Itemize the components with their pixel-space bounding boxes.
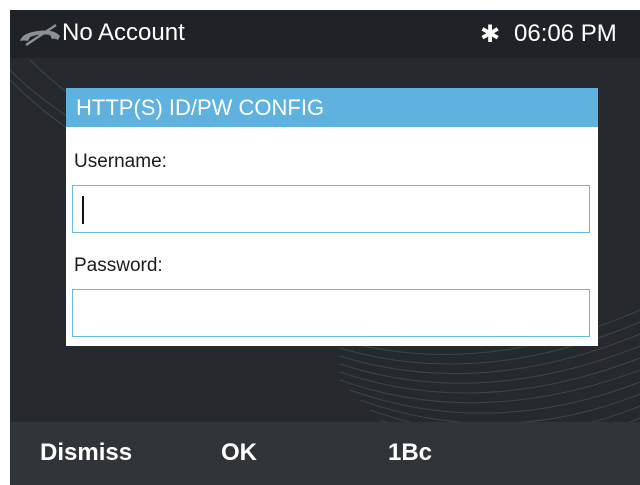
http-credentials-dialog: HTTP(S) ID/PW CONFIG Username: Password: [66, 88, 598, 346]
ok-softkey[interactable]: OK [221, 438, 257, 468]
clock-time: 06:06 PM [514, 20, 617, 47]
handset-icon [20, 23, 60, 47]
password-label: Password: [74, 255, 163, 276]
account-status-text: No Account [62, 19, 185, 46]
dismiss-softkey[interactable]: Dismiss [40, 438, 132, 468]
bluetooth-icon: ✱ [480, 20, 501, 48]
softkey-bar: Dismiss OK 1Bc [10, 422, 640, 485]
username-input[interactable] [72, 185, 590, 233]
password-input[interactable] [72, 289, 590, 337]
dialog-title: HTTP(S) ID/PW CONFIG [66, 88, 598, 127]
username-label: Username: [74, 151, 167, 172]
phone-screen: No Account ✱ 06:06 PM HTTP(S) ID/PW CONF… [10, 10, 640, 485]
input-mode-softkey[interactable]: 1Bc [388, 438, 432, 468]
status-bar: No Account ✱ 06:06 PM [10, 10, 640, 58]
text-cursor [82, 196, 84, 224]
